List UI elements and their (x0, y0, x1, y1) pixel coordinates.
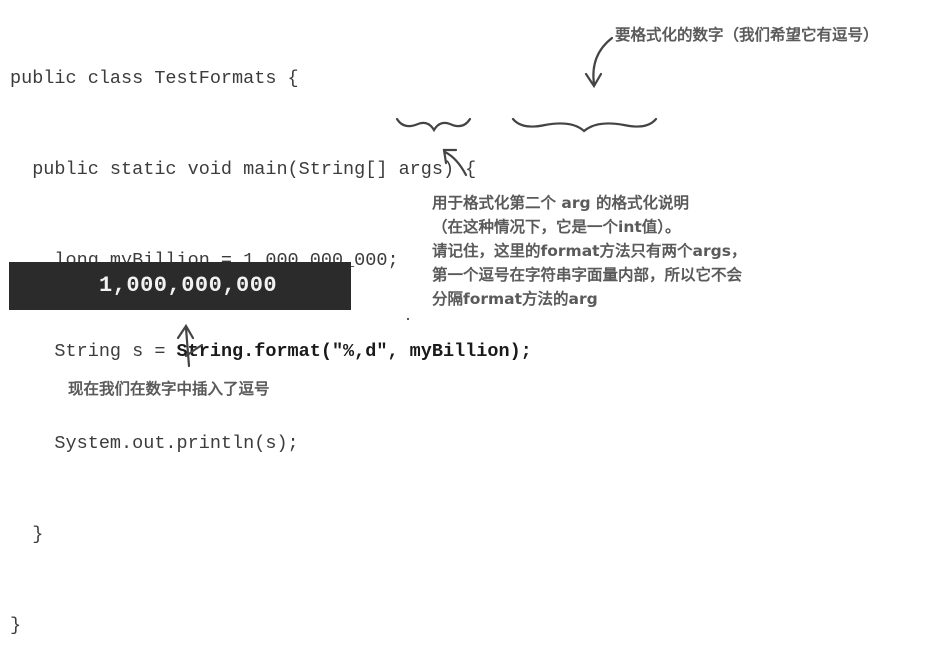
arrow-to-format-spec (443, 150, 468, 177)
mybillion-brace (511, 117, 658, 133)
arrow-to-output (184, 326, 191, 368)
code-line-5: System.out.println(s); (10, 432, 299, 454)
annotation-marks (176, 36, 658, 368)
code-line-7: } (10, 615, 22, 637)
code-line-6: } (10, 523, 44, 545)
arrow-to-mybillion (592, 36, 614, 86)
format-spec-brace (395, 117, 472, 133)
